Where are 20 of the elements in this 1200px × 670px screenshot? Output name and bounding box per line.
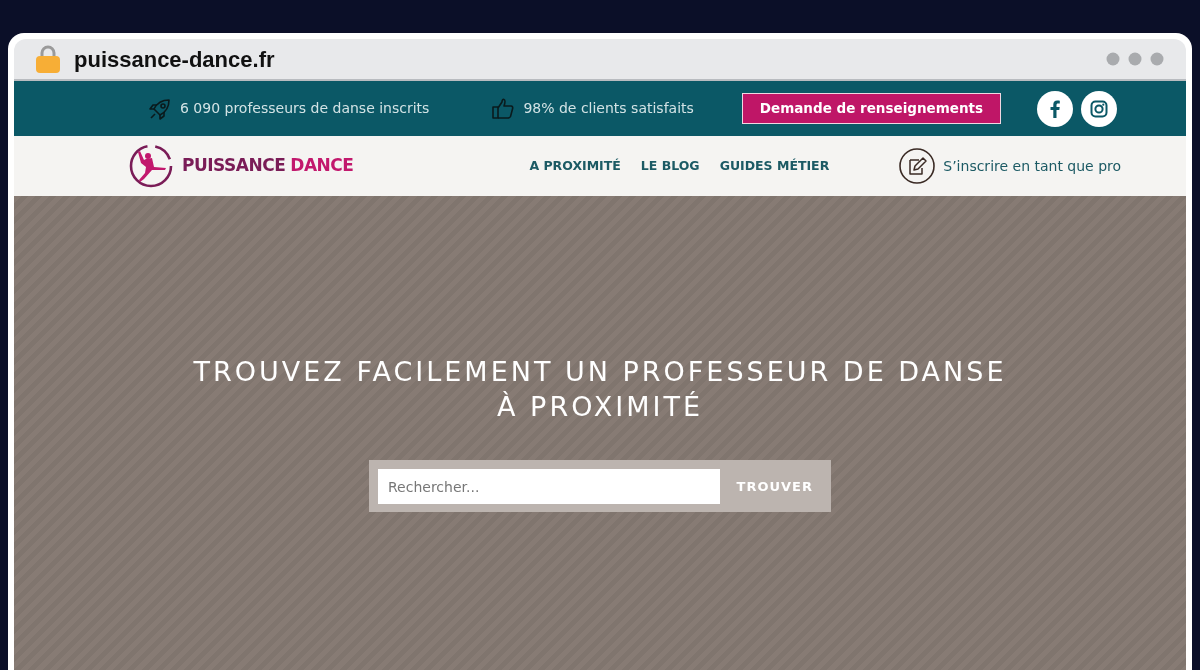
signup-form-icon[interactable]	[899, 148, 936, 184]
hero-title: TROUVEZ FACILEMENT UN PROFESSEUR DE DANSE À PROXIMITÉ	[192, 355, 1008, 425]
facebook-icon[interactable]	[1037, 90, 1073, 127]
stat-text: 98% de clients satisfaits	[523, 99, 694, 118]
padlock-icon	[36, 45, 60, 73]
nav-link[interactable]: A PROXIMITÉ	[529, 156, 621, 176]
dancer-logo-icon	[128, 143, 174, 189]
nav-link[interactable]: GUIDES MÉTIER	[719, 156, 830, 176]
logo-text: PUISSANCE	[182, 154, 286, 178]
window-controls-icon	[1106, 52, 1164, 66]
rocket-icon	[148, 96, 172, 121]
thumbs-up-icon	[491, 96, 516, 121]
search-field[interactable]: Rechercher...	[378, 469, 720, 505]
nav-link[interactable]: LE BLOG	[640, 156, 700, 176]
signup-link[interactable]: S’inscrire en tant que pro	[943, 155, 1122, 177]
inquiry-button[interactable]: Demande de renseignements	[741, 93, 1001, 124]
stat-text: 6 090 professeurs de danse inscrits	[180, 99, 430, 118]
url-text: puissance-dance.fr	[74, 45, 275, 74]
logo-text: DANCE	[290, 154, 354, 178]
instagram-icon[interactable]	[1081, 90, 1117, 127]
